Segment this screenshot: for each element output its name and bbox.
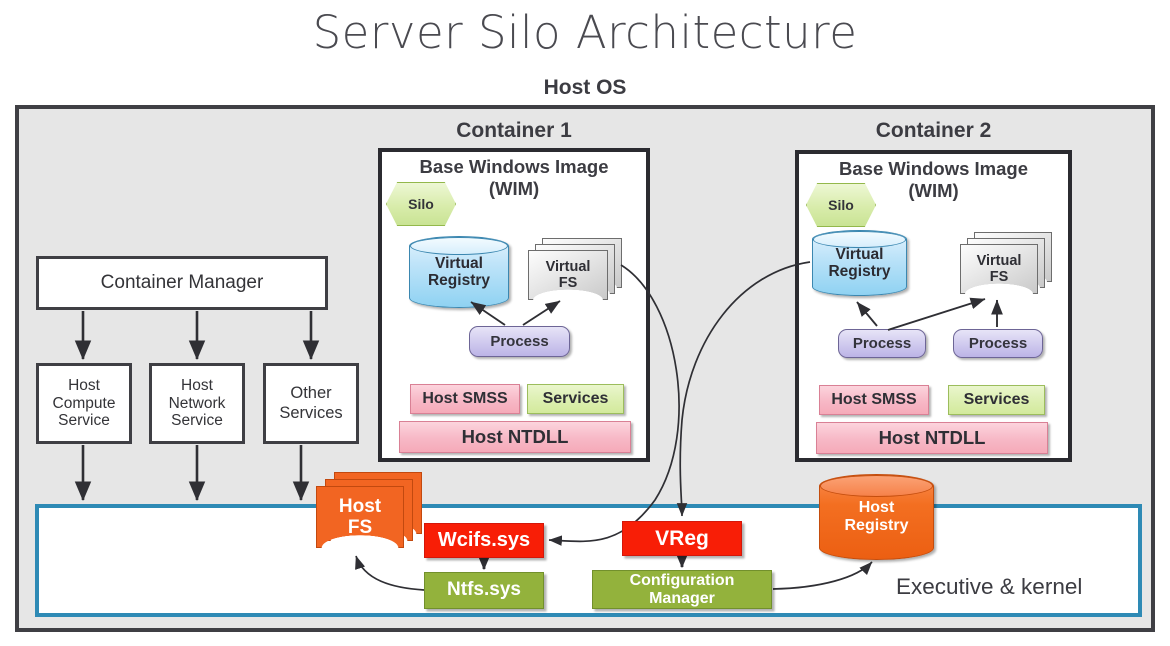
virtual-registry-label: Virtual Registry — [427, 254, 491, 289]
host-compute-service-box[interactable]: Host Compute Service — [36, 363, 132, 444]
host-registry-label: Host Registry — [844, 499, 909, 534]
virtual-fs-container-1: Virtual FS — [528, 238, 622, 300]
doc-sheet-front: Virtual FS — [528, 250, 608, 300]
host-smss-label: Host SMSS — [831, 391, 917, 408]
host-fs-label: Host FS — [338, 495, 382, 538]
host-network-service-box[interactable]: Host Network Service — [149, 363, 245, 444]
vreg-label: VReg — [655, 526, 709, 550]
wcifs-sys-box: Wcifs.sys — [424, 523, 544, 558]
process-label: Process — [968, 335, 1028, 352]
wim-title-line1: Base Windows Image — [419, 156, 609, 177]
host-ntdll-container-1: Host NTDLL — [399, 421, 631, 453]
host-compute-service-label: Host Compute Service — [52, 376, 116, 430]
ntfs-sys-box: Ntfs.sys — [424, 572, 544, 609]
services-label: Services — [542, 390, 609, 407]
container-manager-box[interactable]: Container Manager — [36, 256, 328, 310]
other-services-box[interactable]: Other Services — [263, 363, 359, 444]
container-2-title: Container 2 — [875, 119, 992, 142]
other-services-label: Other Services — [279, 384, 343, 422]
process-label: Process — [852, 335, 912, 352]
services-container-1: Services — [527, 384, 624, 414]
container-manager-label: Container Manager — [100, 271, 264, 293]
host-smss-container-2: Host SMSS — [819, 385, 929, 415]
host-fs-stack: Host FS — [316, 472, 422, 548]
virtual-fs-label: Virtual FS — [545, 258, 591, 291]
process-box-container-2-1: Process — [953, 329, 1043, 358]
services-label: Services — [963, 391, 1030, 408]
container-1-title: Container 1 — [456, 119, 572, 142]
virtual-fs-label: Virtual FS — [976, 252, 1022, 285]
doc-sheet-front: Virtual FS — [960, 244, 1038, 294]
silo-badge-container-1: Silo — [386, 182, 456, 226]
doc-sheet-front: Host FS — [316, 486, 404, 548]
host-smss-container-1: Host SMSS — [410, 384, 520, 414]
host-os-label: Host OS — [543, 76, 627, 99]
services-container-2: Services — [948, 385, 1045, 415]
page-title: Server Silo Architecture — [312, 6, 858, 59]
wim-title-line1: Base Windows Image — [839, 158, 1028, 179]
silo-label: Silo — [828, 197, 854, 213]
virtual-fs-container-2: Virtual FS — [960, 232, 1052, 294]
process-box-container-1-0: Process — [469, 326, 570, 357]
host-network-service-label: Host Network Service — [168, 376, 226, 430]
vreg-box: VReg — [622, 521, 742, 556]
executive-kernel-label: Executive & kernel — [896, 574, 1083, 599]
host-ntdll-label: Host NTDLL — [878, 427, 986, 448]
process-label: Process — [490, 333, 549, 350]
executive-kernel-band — [35, 504, 1142, 617]
diagram-canvas: Server Silo Architecture Host OS Contain… — [0, 0, 1170, 646]
silo-label: Silo — [408, 196, 434, 212]
virtual-registry-container-1: Virtual Registry — [409, 236, 509, 308]
host-ntdll-container-2: Host NTDLL — [816, 422, 1048, 454]
virtual-registry-container-2: Virtual Registry — [812, 230, 907, 296]
wcifs-label: Wcifs.sys — [437, 529, 531, 551]
host-ntdll-label: Host NTDLL — [461, 426, 569, 447]
configuration-manager-box: Configuration Manager — [592, 570, 772, 609]
silo-badge-container-2: Silo — [806, 183, 876, 227]
process-box-container-2-0: Process — [838, 329, 926, 358]
ntfs-label: Ntfs.sys — [447, 579, 521, 601]
host-smss-label: Host SMSS — [422, 390, 508, 407]
host-registry-cylinder: Host Registry — [819, 474, 934, 560]
virtual-registry-label: Virtual Registry — [828, 245, 891, 280]
configuration-manager-label: Configuration Manager — [629, 571, 735, 607]
